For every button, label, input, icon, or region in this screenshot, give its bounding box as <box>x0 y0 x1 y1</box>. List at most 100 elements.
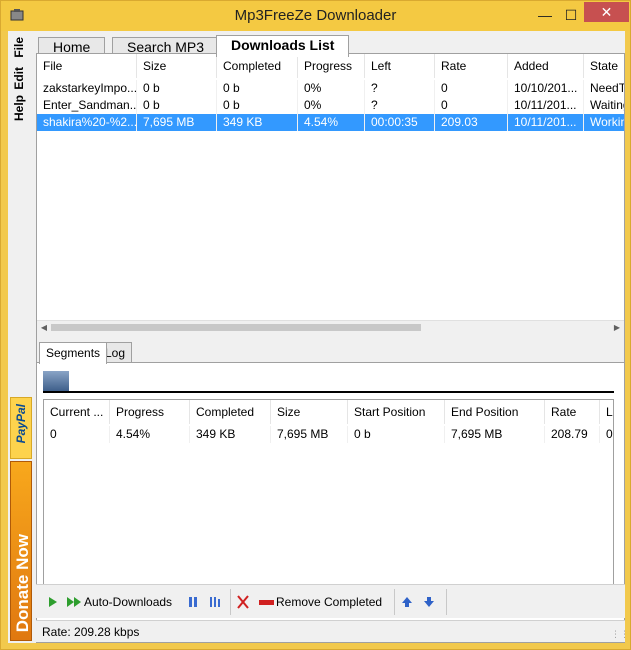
arrow-down-icon <box>424 597 434 607</box>
cell-current: 0 <box>44 426 110 443</box>
scroll-left-icon[interactable]: ◀ <box>37 321 51 334</box>
col-state[interactable]: State <box>584 54 624 78</box>
resize-grip-icon[interactable]: ⋮⋮ <box>611 629 629 639</box>
cell-rate: 208.79 <box>545 426 600 443</box>
app-window: Mp3FreeZe Downloader — ☐ ✕ File Edit Hel… <box>0 0 631 650</box>
table-row-selected[interactable]: shakira%20-%2... 7,695 MB 349 KB 4.54% 0… <box>37 114 624 131</box>
donate-button[interactable]: Donate Now <box>10 461 32 641</box>
sidebar: File Edit Help PayPal Donate Now <box>8 31 32 643</box>
paypal-label: PayPal <box>14 404 28 444</box>
pause-all-icon <box>210 597 220 607</box>
cell-added: 10/11/201... <box>508 97 584 114</box>
cell-size: 0 b <box>137 80 217 97</box>
col-size[interactable]: Size <box>271 400 348 424</box>
rate-status: Rate: 209.28 kbps <box>42 625 140 639</box>
cell-file: zakstarkeyImpo... <box>37 80 137 97</box>
downloads-table-header: File Size Completed Progress Left Rate A… <box>37 54 624 78</box>
table-row[interactable]: 0 4.54% 349 KB 7,695 MB 0 b 7,695 MB 208… <box>44 426 613 443</box>
cell-left: ? <box>365 80 435 97</box>
cell-completed: 349 KB <box>190 426 271 443</box>
cell-size: 7,695 MB <box>137 114 217 131</box>
toolbar-separator <box>230 589 231 615</box>
delete-button[interactable] <box>236 591 250 613</box>
cell-left: ? <box>365 97 435 114</box>
cell-progress: 4.54% <box>110 426 190 443</box>
pause-all-button[interactable] <box>208 591 224 613</box>
cell-state: NeedTo <box>584 80 624 97</box>
splitter[interactable] <box>37 334 624 342</box>
horizontal-scrollbar[interactable]: ◀ ▶ <box>37 320 624 334</box>
cell-start-position: 0 b <box>348 426 445 443</box>
cell-left: 00:00:35 <box>365 114 435 131</box>
col-start-position[interactable]: Start Position <box>348 400 445 424</box>
downloads-table: File Size Completed Progress Left Rate A… <box>37 54 624 334</box>
col-progress[interactable]: Progress <box>298 54 365 78</box>
cell-size: 0 b <box>137 97 217 114</box>
cell-file: shakira%20-%2... <box>37 114 137 131</box>
pause-icon <box>189 597 197 607</box>
scroll-right-icon[interactable]: ▶ <box>610 321 624 334</box>
tab-downloads-list[interactable]: Downloads List <box>216 35 350 57</box>
cell-rate: 0 <box>435 97 508 114</box>
tab-segments[interactable]: Segments <box>39 342 108 364</box>
delete-x-icon <box>237 595 249 609</box>
cell-l: 0 <box>600 426 613 443</box>
table-row[interactable]: zakstarkeyImpo... 0 b 0 b 0% ? 0 10/10/2… <box>37 80 624 97</box>
cell-state: Workin <box>584 114 624 131</box>
cell-state: Waiting <box>584 97 624 114</box>
cell-rate: 0 <box>435 80 508 97</box>
col-current[interactable]: Current ... <box>44 400 110 424</box>
play-icon <box>49 597 57 607</box>
remove-completed-label: Remove Completed <box>276 595 383 609</box>
col-progress[interactable]: Progress <box>110 400 190 424</box>
segment-progress-fill <box>43 371 69 391</box>
downloads-page: File Size Completed Progress Left Rate A… <box>36 53 625 643</box>
col-completed[interactable]: Completed <box>190 400 271 424</box>
table-row[interactable]: Enter_Sandman... 0 b 0 b 0% ? 0 10/11/20… <box>37 97 624 114</box>
menu-file[interactable]: File <box>12 37 26 58</box>
col-added[interactable]: Added <box>508 54 584 78</box>
col-rate[interactable]: Rate <box>545 400 600 424</box>
fast-forward-icon <box>67 597 81 607</box>
start-button[interactable] <box>46 591 60 613</box>
menu-help[interactable]: Help <box>12 95 26 121</box>
segments-table: Current ... Progress Completed Size Star… <box>43 399 614 599</box>
cell-end-position: 7,695 MB <box>445 426 545 443</box>
title-bar[interactable]: Mp3FreeZe Downloader — ☐ ✕ <box>1 1 630 31</box>
donate-label: Donate Now <box>13 533 32 632</box>
col-rate[interactable]: Rate <box>435 54 508 78</box>
cell-completed: 0 b <box>217 97 298 114</box>
pause-button[interactable] <box>186 591 200 613</box>
toolbar-separator <box>446 589 447 615</box>
move-up-button[interactable] <box>400 591 414 613</box>
maximize-button[interactable]: ☐ <box>558 5 584 25</box>
cell-progress: 4.54% <box>298 114 365 131</box>
remove-completed-button[interactable]: Remove Completed <box>258 591 382 613</box>
col-l[interactable]: L <box>600 400 613 424</box>
cell-completed: 0 b <box>217 80 298 97</box>
main-tabs: Home Search MP3 Downloads List <box>36 35 625 57</box>
scrollbar-thumb[interactable] <box>51 324 421 331</box>
col-left[interactable]: Left <box>365 54 435 78</box>
cell-progress: 0% <box>298 80 365 97</box>
cell-progress: 0% <box>298 97 365 114</box>
move-down-button[interactable] <box>422 591 436 613</box>
col-file[interactable]: File <box>37 54 137 78</box>
paypal-button[interactable]: PayPal <box>10 397 32 459</box>
toolbar-separator <box>394 589 395 615</box>
cell-added: 10/11/201... <box>508 114 584 131</box>
close-button[interactable]: ✕ <box>584 2 629 22</box>
menu-edit[interactable]: Edit <box>12 67 26 90</box>
minimize-button[interactable]: — <box>532 5 558 25</box>
segment-progress-bar <box>43 371 614 393</box>
auto-downloads-button[interactable]: Auto-Downloads <box>66 591 172 613</box>
col-completed[interactable]: Completed <box>217 54 298 78</box>
col-end-position[interactable]: End Position <box>445 400 545 424</box>
segments-page: Current ... Progress Completed Size Star… <box>37 362 624 602</box>
cell-added: 10/10/201... <box>508 80 584 97</box>
cell-completed: 349 KB <box>217 114 298 131</box>
auto-downloads-label: Auto-Downloads <box>84 595 173 609</box>
client-area: File Edit Help PayPal Donate Now Home Se… <box>8 31 629 643</box>
arrow-up-icon <box>402 597 412 607</box>
col-size[interactable]: Size <box>137 54 217 78</box>
